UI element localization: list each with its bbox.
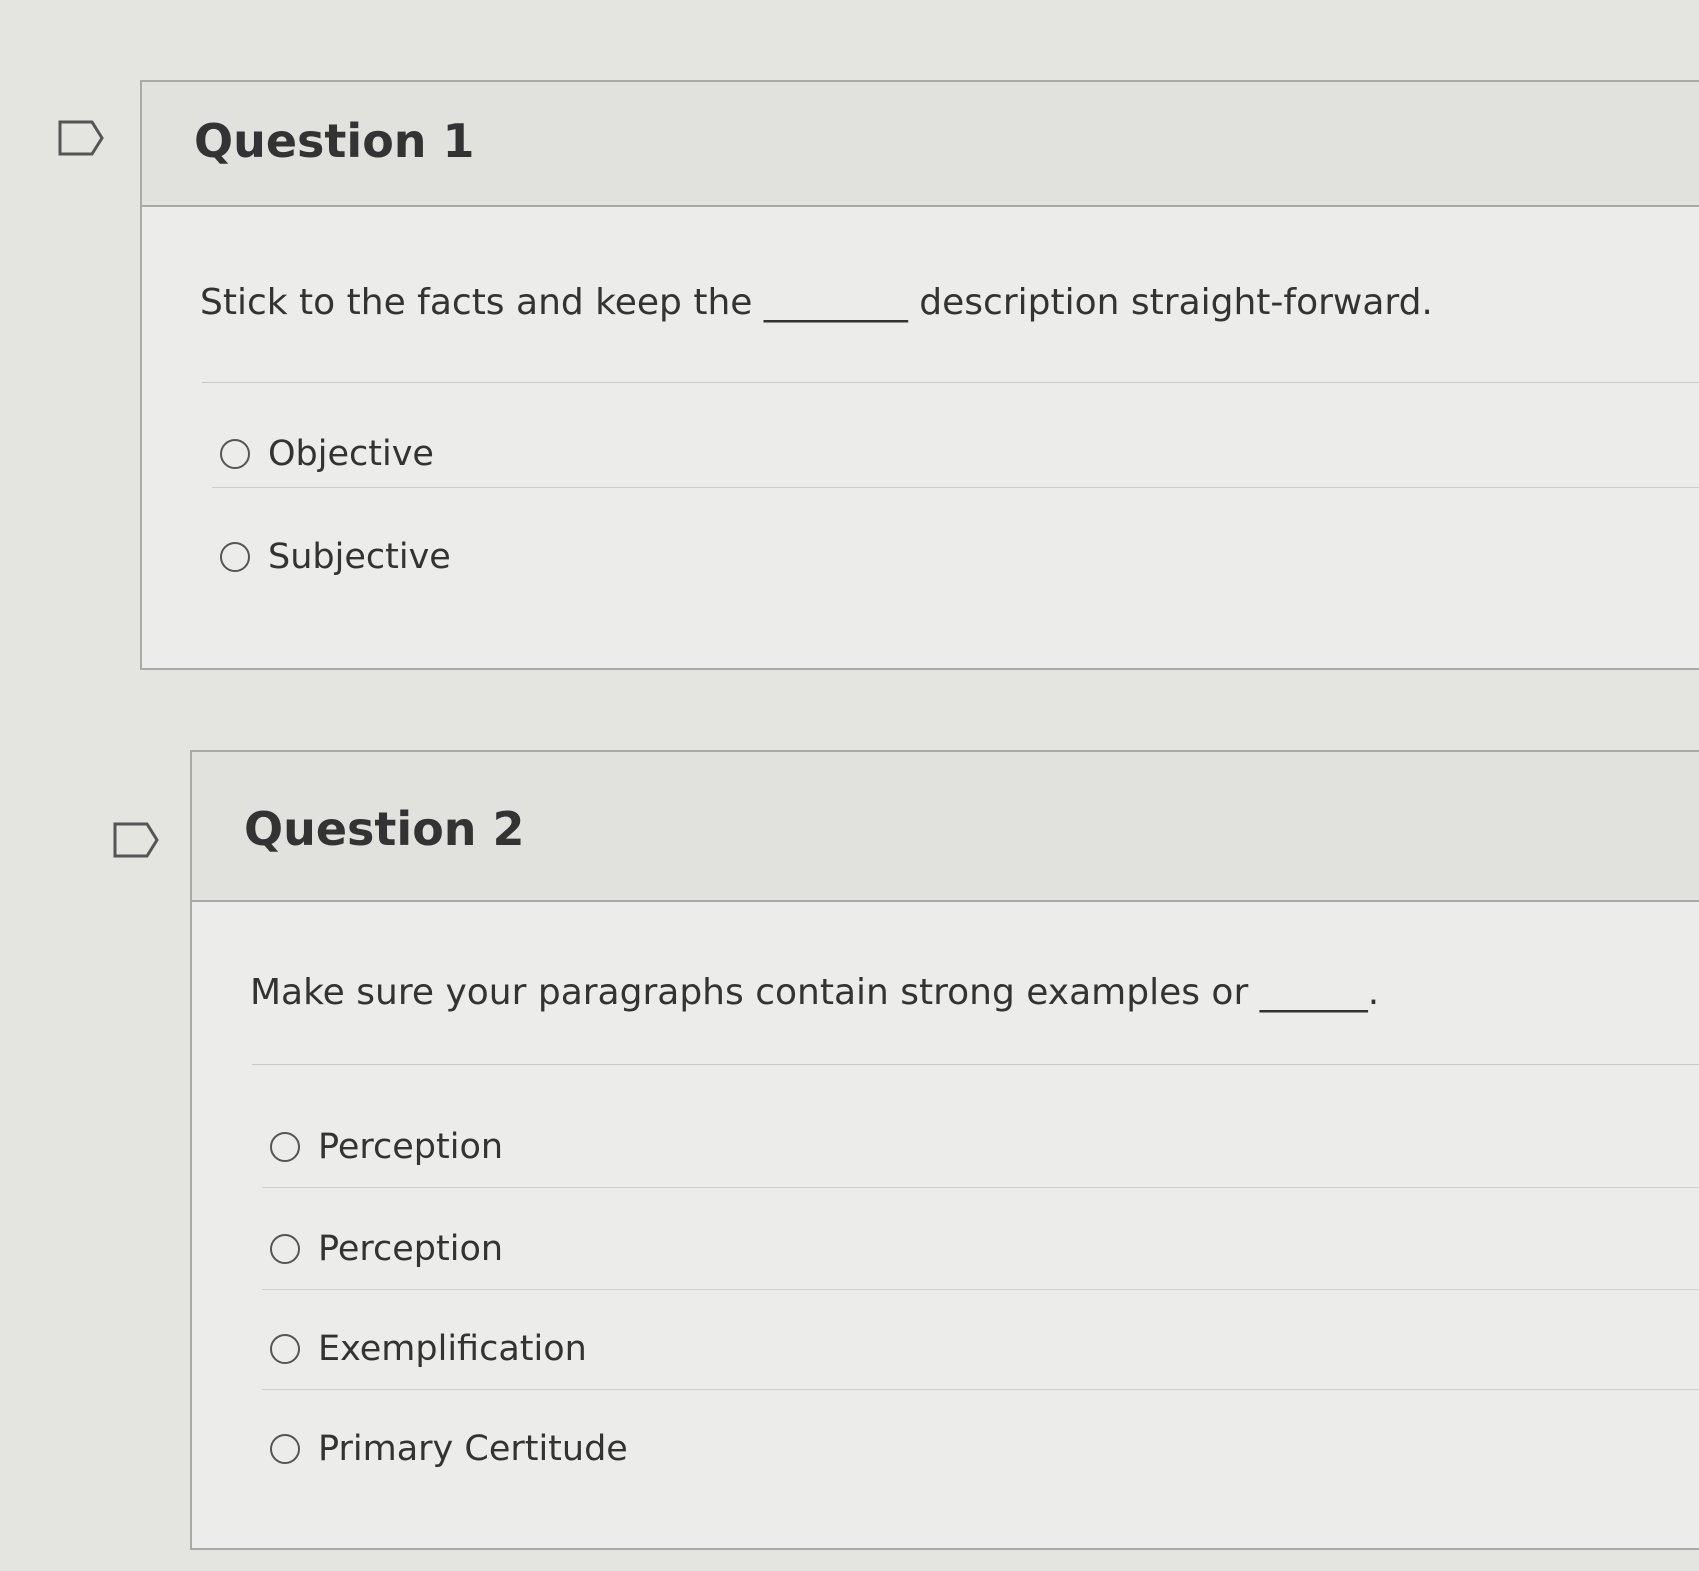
answer-label[interactable]: Perception xyxy=(318,1229,503,1269)
question-text: Make sure your paragraphs contain strong… xyxy=(250,972,1380,1013)
answer-option-perception-2[interactable]: Perception xyxy=(270,1224,503,1274)
question-divider xyxy=(252,1064,1699,1065)
answer-label[interactable]: Perception xyxy=(318,1127,503,1167)
radio-button[interactable] xyxy=(270,1234,300,1264)
answer-option-exemplification[interactable]: Exemplification xyxy=(270,1324,587,1374)
question-2-header: Question 2 xyxy=(192,752,1699,902)
radio-button[interactable] xyxy=(220,439,250,469)
answer-divider xyxy=(262,1187,1699,1188)
question-2-card: Question 2 Make sure your paragraphs con… xyxy=(190,750,1699,1550)
radio-button[interactable] xyxy=(270,1334,300,1364)
answer-option-subjective[interactable]: Subjective xyxy=(220,532,451,582)
question-text: Stick to the facts and keep the ________… xyxy=(200,282,1433,323)
answer-option-objective[interactable]: Objective xyxy=(220,429,434,479)
answer-divider xyxy=(212,487,1699,488)
answer-label[interactable]: Objective xyxy=(268,434,434,474)
radio-button[interactable] xyxy=(270,1434,300,1464)
flag-question-1-icon[interactable] xyxy=(58,120,104,156)
answer-label[interactable]: Subjective xyxy=(268,537,451,577)
answer-label[interactable]: Exemplification xyxy=(318,1329,587,1369)
question-1-card: Question 1 Stick to the facts and keep t… xyxy=(140,80,1699,670)
answer-label[interactable]: Primary Certitude xyxy=(318,1429,628,1469)
flag-question-2-icon[interactable] xyxy=(113,822,159,858)
answer-divider xyxy=(262,1389,1699,1390)
question-title: Question 1 xyxy=(194,114,475,168)
answer-divider xyxy=(262,1289,1699,1290)
answer-option-perception-1[interactable]: Perception xyxy=(270,1122,503,1172)
question-title: Question 2 xyxy=(244,802,525,856)
radio-button[interactable] xyxy=(220,542,250,572)
radio-button[interactable] xyxy=(270,1132,300,1162)
question-divider xyxy=(202,382,1699,383)
answer-option-primary-certitude[interactable]: Primary Certitude xyxy=(270,1424,628,1474)
question-1-header: Question 1 xyxy=(142,82,1699,207)
